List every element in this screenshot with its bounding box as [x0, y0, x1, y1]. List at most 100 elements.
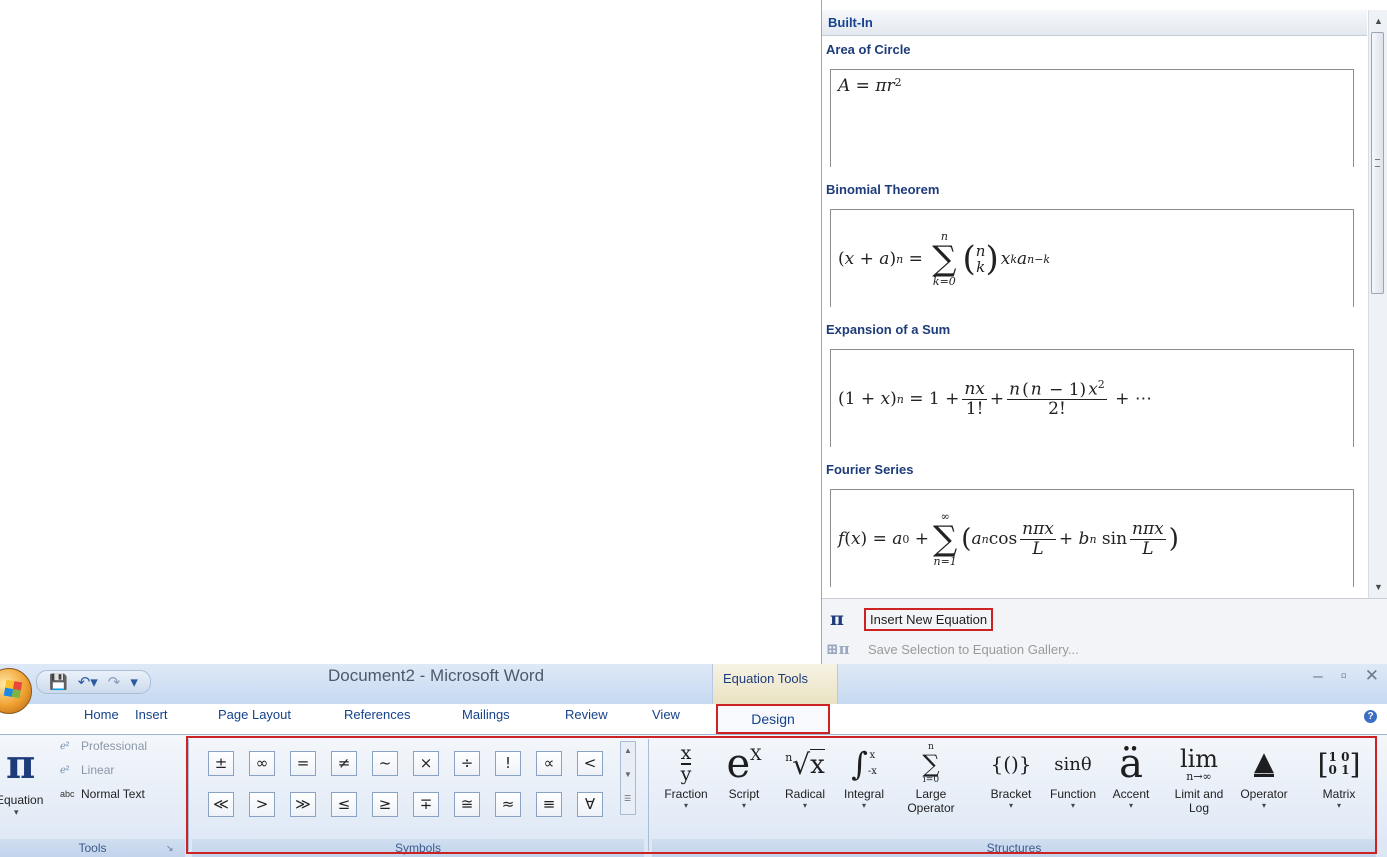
fraction-icon: xy: [680, 742, 692, 785]
save-selection-command: ⊞π Save Selection to Equation Gallery...: [826, 637, 1083, 661]
symbol-button[interactable]: <: [577, 751, 603, 776]
chevron-down-icon[interactable]: ▾: [14, 807, 19, 818]
tools-group-label: Tools: [0, 839, 185, 857]
symbol-button[interactable]: ≈: [495, 792, 521, 817]
symbol-button[interactable]: ~: [372, 751, 398, 776]
symbol-button[interactable]: ≅: [454, 792, 480, 817]
chevron-down-icon: ▾: [741, 801, 746, 810]
radical-button[interactable]: n √ x Radical ▾: [775, 741, 835, 835]
symbol-button[interactable]: !: [495, 751, 521, 776]
equation-formula: (1 + x) n = 1 + nx 1! + n(n − 1) x2 2! + ⋯: [838, 377, 1152, 420]
symbol-button[interactable]: =: [290, 751, 316, 776]
office-logo-icon: [3, 679, 23, 699]
symbol-button[interactable]: ∀: [577, 792, 603, 817]
tab-page-layout[interactable]: Page Layout: [218, 704, 291, 726]
chevron-down-icon: ▾: [1008, 801, 1013, 810]
limit-and-log-button[interactable]: lim n→∞ Limit and Log: [1166, 741, 1232, 835]
normal-text-option[interactable]: abc Normal Text: [60, 787, 145, 801]
integral-button[interactable]: ∫ x -x Integral ▾: [834, 741, 894, 835]
operator-label: Operator: [1240, 787, 1288, 801]
function-icon: sinθ: [1054, 753, 1092, 775]
chevron-down-icon: ▾: [802, 801, 807, 810]
equation-title-binomial-theorem: Binomial Theorem: [826, 182, 940, 197]
radical-label: Radical: [784, 787, 826, 801]
operator-button[interactable]: ▲ Operator ▾: [1232, 741, 1296, 835]
symbol-button[interactable]: ±: [208, 751, 234, 776]
function-label: Function: [1049, 787, 1097, 801]
matrix-button[interactable]: [1 00 1] Matrix ▾: [1310, 741, 1368, 835]
help-icon[interactable]: ?: [1364, 710, 1377, 723]
professional-label: Professional: [81, 739, 148, 753]
undo-icon[interactable]: ↶▾: [78, 673, 98, 691]
symbol-button[interactable]: ∝: [536, 751, 562, 776]
professional-option[interactable]: ℯ² Professional: [60, 739, 147, 753]
function-button[interactable]: sinθ Function ▾: [1042, 741, 1104, 835]
close-icon[interactable]: ✕: [1365, 666, 1379, 686]
accent-button[interactable]: ä Accent ▾: [1103, 741, 1159, 835]
symbol-button[interactable]: ∓: [413, 792, 439, 817]
chevron-down-icon: ▾: [1261, 801, 1266, 810]
symbol-button[interactable]: ≤: [331, 792, 357, 817]
equation-title-area-of-circle: Area of Circle: [826, 42, 911, 57]
insert-new-equation-command[interactable]: π Insert New Equation: [826, 607, 994, 631]
expand-gallery-icon[interactable]: ☰: [624, 794, 631, 803]
fraction-button[interactable]: xy Fraction ▾: [656, 741, 716, 835]
dialog-launcher-icon[interactable]: ↘: [166, 843, 174, 854]
symbol-button[interactable]: ×: [413, 751, 439, 776]
customize-qat-icon[interactable]: ▾: [130, 673, 138, 691]
radical-icon: n √ x: [785, 747, 825, 781]
ribbon-tabs: Home Insert Page Layout References Maili…: [0, 694, 1387, 722]
gallery-scrollbar[interactable]: ▲ ▼: [1368, 10, 1387, 598]
equation-button-label[interactable]: Equation: [0, 793, 43, 807]
symbol-button[interactable]: ≪: [208, 792, 234, 817]
redo-icon[interactable]: ↷: [108, 673, 121, 691]
symbol-button[interactable]: ≡: [536, 792, 562, 817]
bracket-button[interactable]: {()} Bracket ▾: [980, 741, 1042, 835]
tab-review[interactable]: Review: [565, 704, 608, 726]
tab-home[interactable]: Home: [84, 704, 119, 726]
equation-pi-icon[interactable]: π: [6, 741, 35, 788]
equation-item-binomial-theorem[interactable]: (x + a) n = n ∑ k=0 (n k) x k a n−k: [830, 209, 1354, 307]
scroll-up-icon[interactable]: ▲: [624, 746, 632, 755]
scroll-down-icon[interactable]: ▼: [624, 770, 632, 779]
symbol-button[interactable]: >: [249, 792, 275, 817]
equation-item-area-of-circle[interactable]: A = πr2: [830, 69, 1354, 167]
large-operator-button[interactable]: n ∑ i=0 Large Operator: [898, 741, 964, 835]
chevron-down-icon: ▾: [683, 801, 688, 810]
tab-mailings[interactable]: Mailings: [462, 704, 510, 726]
gallery-commands: π Insert New Equation ⊞π Save Selection …: [822, 598, 1387, 665]
matrix-icon: [1 00 1]: [1317, 747, 1361, 781]
equation-item-expansion-of-a-sum[interactable]: (1 + x) n = 1 + nx 1! + n(n − 1) x2 2! + ⋯: [830, 349, 1354, 447]
restore-icon[interactable]: ▫: [1341, 666, 1347, 686]
pi-icon: π: [830, 608, 844, 630]
group-divider: [648, 739, 649, 851]
structures-group: xy Fraction ▾ eX Script ▾ n √ x Radical ▾ ∫ x -…: [652, 735, 1376, 857]
chevron-down-icon: ▾: [1336, 801, 1341, 810]
accent-icon: ä: [1119, 741, 1143, 787]
symbol-gallery-scroll[interactable]: ▲ ▼ ☰: [620, 741, 636, 815]
linear-option[interactable]: ℯ² Linear: [60, 763, 114, 777]
scroll-up-arrow-icon[interactable]: ▲: [1374, 16, 1383, 26]
integral-icon: ∫ x -x: [851, 745, 877, 783]
symbol-button[interactable]: ≠: [331, 751, 357, 776]
tab-design[interactable]: Design: [716, 704, 830, 734]
symbol-button[interactable]: ∞: [249, 751, 275, 776]
operator-icon: ▲: [1254, 746, 1274, 778]
professional-icon: ℯ²: [60, 740, 70, 752]
save-equation-icon: ⊞π: [826, 640, 850, 658]
tab-view[interactable]: View: [652, 704, 680, 726]
structures-group-label: Structures: [652, 839, 1376, 857]
limit-icon: lim n→∞: [1179, 744, 1219, 783]
linear-icon: ℯ²: [60, 764, 70, 776]
save-icon[interactable]: 💾: [49, 673, 68, 691]
tab-references[interactable]: References: [344, 704, 410, 726]
symbol-button[interactable]: ≥: [372, 792, 398, 817]
scroll-down-arrow-icon[interactable]: ▼: [1374, 582, 1383, 592]
minimize-icon[interactable]: –: [1313, 666, 1322, 686]
equation-item-fourier-series[interactable]: f(x) = a0 + ∞ ∑ n=1 (a n cos nπx L + bn sin nπ…: [830, 489, 1354, 587]
tab-insert[interactable]: Insert: [135, 704, 168, 726]
symbol-button[interactable]: ≫: [290, 792, 316, 817]
symbol-button[interactable]: ÷: [454, 751, 480, 776]
scrollbar-thumb[interactable]: [1371, 32, 1384, 294]
script-button[interactable]: eX Script ▾: [714, 741, 774, 835]
